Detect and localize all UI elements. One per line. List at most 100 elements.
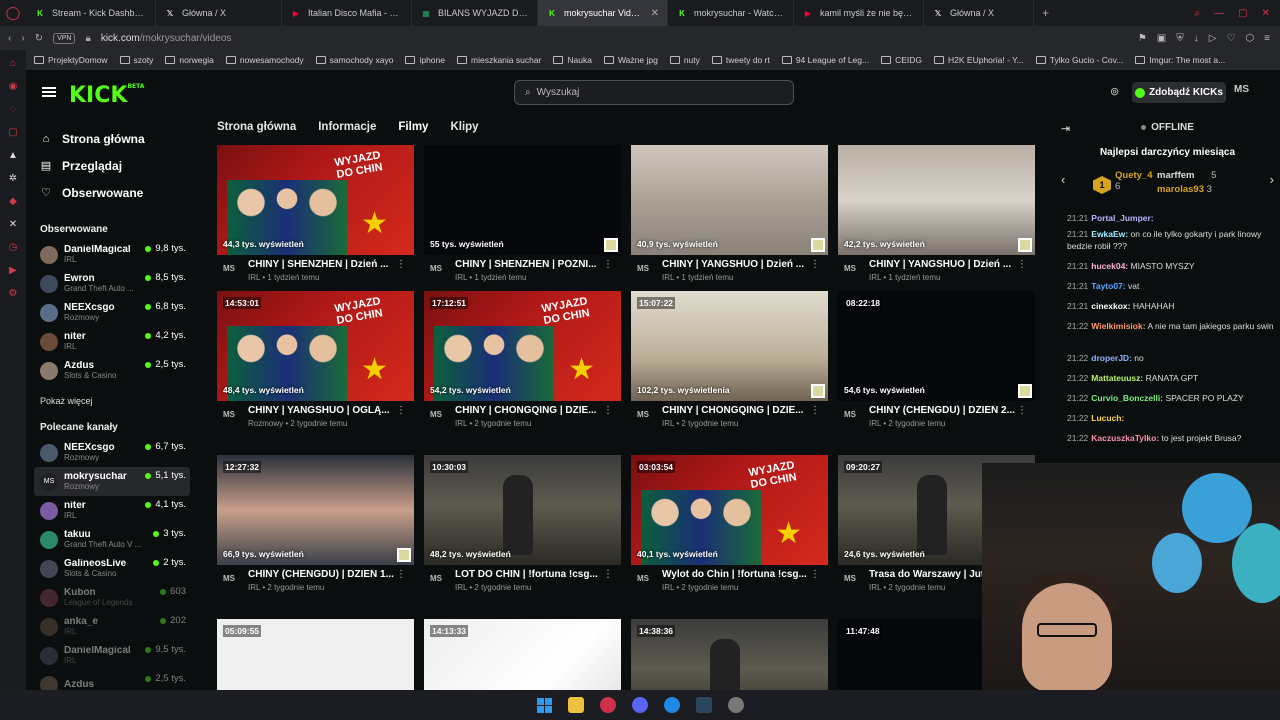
channel-item[interactable]: takuu Grand Theft Auto V ... 3 tys. — [34, 525, 190, 554]
more-options-icon[interactable]: ⋮ — [810, 405, 820, 416]
video-category[interactable]: IRL — [869, 273, 881, 282]
chat-username[interactable]: cinexkox: — [1091, 301, 1130, 311]
channel-item[interactable]: niter IRL 4,2 tys. — [34, 327, 190, 356]
file-explorer-icon[interactable] — [567, 697, 584, 713]
channel-item[interactable]: NEEXcsgo Rozmowy 6,7 tys. — [34, 438, 190, 467]
channel-avatar[interactable]: MS — [430, 574, 442, 583]
settings-icon[interactable]: ⚙ — [9, 288, 18, 299]
more-options-icon[interactable]: ⋮ — [603, 259, 613, 270]
channel-avatar[interactable]: MS — [844, 410, 856, 419]
opera-logo-icon[interactable]: ◯ — [0, 0, 26, 26]
search-input[interactable]: ⌕ Wyszukaj — [514, 80, 794, 105]
video-card[interactable]: 14:38:36 — [631, 619, 828, 690]
channel-item[interactable]: anka_e IRL 202 — [34, 612, 190, 641]
bookmark-item[interactable]: Ważne jpg — [603, 55, 658, 65]
video-card[interactable]: 12:27:32 66,9 tys. wyświetleń MS CHINY (CHE… — [217, 455, 414, 609]
chat-username[interactable]: Mattateuusz: — [1091, 373, 1143, 383]
profile-tab[interactable]: Strona główna — [217, 121, 296, 133]
video-card[interactable]: WYJAZD DO CHIN ★ 14:53:01 48,4 tys. wyświetl… — [217, 291, 414, 445]
more-options-icon[interactable]: ⋮ — [1017, 259, 1027, 270]
video-category[interactable]: IRL — [455, 273, 467, 282]
video-thumbnail[interactable]: 10:30:03 48,2 tys. wyświetleń — [424, 455, 621, 565]
lock-icon[interactable]: 🔒︎ — [85, 33, 90, 44]
bookmark-item[interactable]: szoty — [119, 55, 153, 65]
bookmark-item[interactable]: tweety do rt — [711, 55, 770, 65]
video-title[interactable]: CHINY (CHENGDU) | DZIEŃ 1... — [248, 569, 396, 580]
channel-avatar[interactable]: MS — [223, 410, 235, 419]
menu-icon[interactable]: ≡ — [1264, 33, 1270, 44]
browser-tab[interactable]: ▶ kamil myśli że nie będą p — [794, 0, 924, 26]
new-tab-button[interactable]: + — [1042, 6, 1049, 20]
workspace-icon[interactable]: ⌂ — [10, 58, 16, 69]
video-thumbnail[interactable]: 14:13:33 — [424, 619, 621, 690]
more-options-icon[interactable]: ⋮ — [603, 405, 613, 416]
browser-tab[interactable]: ▶ Italian Disco Mafia - Buo — [282, 0, 412, 26]
channel-item[interactable]: DanielMagical IRL 9,5 tys. — [34, 641, 190, 670]
video-category[interactable]: IRL — [869, 583, 881, 592]
twitch-icon[interactable]: ◆ — [9, 196, 17, 207]
channel-avatar[interactable]: MS — [637, 410, 649, 419]
browser-tab[interactable]: Kmokrysuchar - Watch th — [668, 0, 794, 26]
video-thumbnail[interactable]: 05:09:55 — [217, 619, 414, 690]
url-field[interactable]: kick.com/mokrysuchar/videos — [101, 33, 232, 44]
chat-username[interactable]: KaczuszkaTylko: — [1091, 433, 1159, 443]
kick-logo[interactable]: KICKBETA — [69, 83, 144, 108]
video-title[interactable]: Wylot do Chin | !fortuna !csg... — [662, 569, 810, 580]
video-title[interactable]: LOT DO CHIN | !fortuna !csg... — [455, 569, 603, 580]
chat-username[interactable]: EwkaEw: — [1091, 229, 1128, 239]
back-icon[interactable]: ‹ — [8, 33, 11, 44]
instagram-icon[interactable]: ▢ — [8, 127, 17, 138]
minimize-icon[interactable]: — — [1214, 8, 1224, 19]
obs-icon[interactable] — [727, 697, 744, 713]
screenshot-icon[interactable]: ▣ — [1157, 33, 1166, 44]
sidebar-nav-item[interactable]: ♡ Obserwowane — [40, 179, 145, 206]
bookmark-item[interactable]: iphone — [405, 55, 445, 65]
video-title[interactable]: CHINY | CHONGQING | DZIE... — [455, 405, 603, 416]
video-category[interactable]: IRL — [455, 583, 467, 592]
browser-tab[interactable]: 𝕏 Główna / X — [924, 0, 1034, 26]
chat-username[interactable]: Tayto07: — [1091, 281, 1125, 291]
video-card[interactable]: 15:07:22 102,2 tys. wyświetlenia MS CHINY |… — [631, 291, 828, 445]
video-category[interactable]: Rozmowy — [248, 419, 283, 428]
messenger-taskbar-icon[interactable] — [663, 697, 680, 713]
extensions-icon[interactable]: ⬡ — [1245, 33, 1254, 44]
video-title[interactable]: CHINY | SHENZHEN | Dzień ... — [248, 259, 396, 270]
reload-icon[interactable]: ↻ — [35, 33, 43, 44]
browser-tab[interactable]: Kmokrysuchar Videos ✕ — [538, 0, 668, 26]
video-thumbnail[interactable]: 40,9 tys. wyświetleń — [631, 145, 828, 255]
history-icon[interactable]: ◷ — [9, 242, 18, 253]
video-category[interactable]: IRL — [662, 583, 674, 592]
sidebar-nav-item[interactable]: ▤ Przeglądaj — [40, 152, 145, 179]
profile-tab[interactable]: Klipy — [450, 121, 478, 133]
video-title[interactable]: CHINY | YANGSHUO | Dzień ... — [662, 259, 810, 270]
maximize-icon[interactable]: ▢ — [1238, 8, 1247, 19]
video-category[interactable]: IRL — [869, 419, 881, 428]
windows-start-icon[interactable] — [536, 697, 552, 713]
video-thumbnail[interactable]: WYJAZD DO CHIN ★ 03:03:54 40,1 tys. wyświetl… — [631, 455, 828, 565]
more-options-icon[interactable]: ⋮ — [396, 405, 406, 416]
bookmark-item[interactable]: Imgur: The most a... — [1135, 55, 1225, 65]
bookmark-icon[interactable]: ⚑ — [1138, 33, 1147, 44]
show-more-link[interactable]: Pokaż więcej — [40, 396, 93, 406]
bookmark-item[interactable]: ProjektyDomow — [34, 55, 108, 65]
bookmark-item[interactable]: norwegia — [165, 55, 214, 65]
channel-item[interactable]: Azdus Slots & Casino 2,5 tys. — [34, 356, 190, 385]
chatgpt-icon[interactable]: ✲ — [9, 173, 17, 184]
play-icon[interactable]: ▷ — [1209, 33, 1217, 44]
bookmark-item[interactable]: CEIDG — [881, 55, 922, 65]
more-options-icon[interactable]: ⋮ — [396, 569, 406, 580]
video-card[interactable]: 10:30:03 48,2 tys. wyświetleń MS LOT DO CHI… — [424, 455, 621, 609]
bookmark-item[interactable]: 94 League of Leg... — [781, 55, 869, 65]
channel-item[interactable]: niter IRL 4,1 tys. — [34, 496, 190, 525]
channel-item[interactable]: DanielMagical IRL 9,8 tys. — [34, 240, 190, 269]
forward-icon[interactable]: › — [21, 33, 24, 44]
video-card[interactable]: WYJAZD DO CHIN ★ 03:03:54 40,1 tys. wyświetl… — [631, 455, 828, 609]
video-title[interactable]: CHINY (CHENGDU) | DZIEŃ 2... — [869, 405, 1017, 416]
video-category[interactable]: IRL — [662, 419, 674, 428]
video-title[interactable]: CHINY | YANGSHUO | OGLĄ... — [248, 405, 396, 416]
video-card[interactable]: 14:13:33 — [424, 619, 621, 690]
kick-sidebar-icon[interactable]: ▲ — [8, 150, 18, 161]
video-thumbnail[interactable]: 12:27:32 66,9 tys. wyświetleń — [217, 455, 414, 565]
video-card[interactable]: 40,9 tys. wyświetleń MS CHINY | YANGSHUO |… — [631, 145, 828, 299]
profile-tab[interactable]: Filmy — [398, 121, 428, 133]
